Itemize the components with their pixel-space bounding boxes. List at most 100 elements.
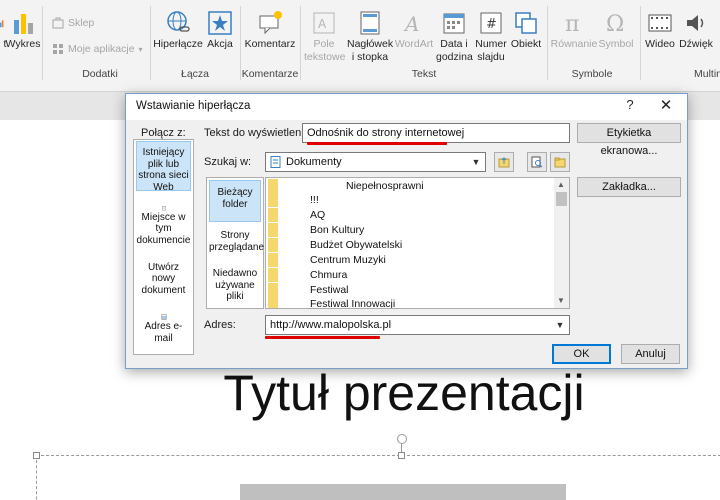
svg-text:A: A (403, 12, 419, 36)
linkto-new-document[interactable]: Utwórz nowy dokument (136, 256, 191, 296)
comment-button[interactable]: Komentarz (244, 6, 296, 68)
scrollbar-thumb[interactable] (556, 192, 567, 206)
linkto-place-in-document[interactable]: Miejsce w tym dokumencie (136, 202, 191, 246)
datetime-button[interactable]: Data i godzina (436, 6, 473, 68)
comment-icon (259, 11, 282, 35)
file-list-item[interactable]: Budżet Obywatelski (268, 237, 553, 252)
slide-number-button[interactable]: # Numer slajdu (474, 6, 508, 68)
svg-text:A: A (318, 17, 327, 31)
textbox-icon: A (313, 12, 335, 34)
file-list-scrollbar[interactable]: ▲ ▼ (554, 178, 569, 308)
lookin-select[interactable]: Dokumenty ▼ (265, 152, 486, 172)
file-list-item[interactable]: AQ (268, 207, 553, 222)
folder-up-icon (498, 157, 510, 168)
action-button[interactable]: Akcja (204, 6, 236, 68)
file-list-item[interactable]: Festiwal (268, 282, 553, 297)
svg-text:Ω: Ω (606, 12, 624, 36)
textbox-button[interactable]: A Pole tekstowe (302, 6, 346, 68)
group-separator (300, 6, 301, 80)
red-annotation-underline (265, 336, 380, 339)
lookin-recent-files[interactable]: Niedawno używane pliki (209, 268, 261, 306)
rotate-handle[interactable] (397, 434, 407, 444)
folder-icon (268, 252, 278, 267)
scroll-up-icon[interactable]: ▲ (557, 180, 565, 189)
group-label-media: Multim (694, 68, 720, 80)
speaker-icon (687, 15, 704, 31)
svg-text:π: π (565, 12, 579, 36)
insert-hyperlink-dialog: Wstawianie hiperłącza ? ✕ Połącz z: Istn… (125, 93, 688, 369)
subtitle-text-highlight (240, 484, 566, 500)
globe-link-icon (167, 11, 190, 32)
file-list-item[interactable]: Bon Kultury (268, 222, 553, 237)
slide-title[interactable]: Tytuł prezentacji (0, 364, 720, 422)
linkto-email[interactable]: Adres e-mail (136, 310, 191, 344)
folder-icon (268, 178, 278, 193)
scroll-down-icon[interactable]: ▼ (557, 296, 565, 305)
object-button[interactable]: Obiekt (508, 6, 544, 68)
apps-icon (53, 44, 63, 54)
hash-icon: # (480, 12, 502, 34)
wordart-button[interactable]: A WordArt (394, 6, 434, 68)
folder-icon (268, 207, 278, 222)
dialog-titlebar[interactable]: Wstawianie hiperłącza ? ✕ (126, 94, 687, 120)
audio-button[interactable]: Dźwięk (678, 6, 714, 68)
folder-icon (268, 282, 278, 297)
close-button[interactable]: ✕ (656, 96, 676, 114)
film-icon (648, 14, 672, 32)
symbol-button[interactable]: Ω Symbol (598, 6, 634, 68)
header-footer-button[interactable]: Nagłówek i stopka (346, 6, 394, 68)
search-page-icon (531, 156, 543, 168)
store-icon (52, 17, 64, 29)
star-icon (208, 11, 232, 35)
chevron-down-icon[interactable]: ▼ (553, 318, 567, 332)
address-label: Adres: (204, 319, 236, 331)
resize-handle[interactable] (398, 452, 405, 459)
myapps-button[interactable]: Moje aplikacje ▾ (52, 43, 143, 55)
open-folder-button[interactable] (550, 152, 570, 172)
group-label-links: Łącza (180, 68, 210, 80)
wordart-icon: A (403, 12, 419, 36)
store-button[interactable]: Sklep (52, 17, 94, 29)
linkto-panel: Istniejący plik lub strona sieci Web Mie… (133, 139, 194, 355)
dropdown-arrow-icon: ▾ (138, 44, 143, 54)
text-to-display-label: Tekst do wyświetlenia: (204, 127, 313, 139)
lookin-browsed-pages[interactable]: Strony przeglądane (209, 230, 264, 260)
address-input[interactable]: http://www.malopolska.pl ▼ (265, 315, 570, 335)
ok-button[interactable]: OK (552, 344, 611, 364)
header-footer-icon (360, 11, 380, 35)
file-list-item[interactable]: !!! (268, 192, 553, 207)
video-button[interactable]: Wideo (642, 6, 678, 68)
linkto-existing-file[interactable]: Istniejący plik lub strona sieci Web (136, 141, 191, 193)
folder-icon (268, 296, 278, 308)
file-list[interactable]: Niepełnosprawni !!! AQ Bon Kultury Budże… (265, 177, 570, 309)
text-to-display-input[interactable]: Odnośnik do strony internetowej (302, 123, 570, 143)
hyperlink-button[interactable]: Hiperłącze (153, 6, 203, 68)
file-list-item[interactable]: Chmura (268, 267, 553, 282)
smartart-button[interactable]: Wykres (6, 6, 40, 68)
ribbon: t Wykres Sklep Moje aplikacje ▾ Dodatki … (0, 0, 720, 92)
help-button[interactable]: ? (622, 97, 638, 112)
red-annotation-underline (307, 142, 447, 145)
browse-file-button[interactable] (527, 152, 547, 172)
cancel-button[interactable]: Anuluj (621, 344, 680, 364)
file-list-item[interactable]: Festiwal Innowacji (268, 296, 553, 308)
equation-button[interactable]: π Równanie (549, 6, 599, 68)
bookmark-button[interactable]: Zakładka... (577, 177, 681, 197)
file-list-item[interactable]: Niepełnosprawni (268, 178, 553, 193)
folder-icon (268, 222, 278, 237)
group-separator (547, 6, 548, 80)
browse-web-button[interactable] (494, 152, 514, 172)
svg-text:#: # (486, 17, 497, 32)
folder-icon (268, 192, 278, 207)
object-icon (515, 12, 537, 34)
lookin-panel: Bieżący folder Strony przeglądane Niedaw… (206, 177, 264, 309)
folder-doc-icon (270, 156, 281, 168)
folder-icon (554, 157, 566, 168)
resize-handle[interactable] (33, 452, 40, 459)
chevron-down-icon[interactable]: ▼ (469, 155, 483, 169)
file-list-item[interactable]: Centrum Muzyki (268, 252, 553, 267)
document-place-icon (161, 206, 166, 211)
screentip-button[interactable]: Etykietka ekranowa... (577, 123, 681, 157)
omega-icon: Ω (606, 12, 624, 36)
lookin-current-folder[interactable]: Bieżący folder (209, 180, 261, 222)
